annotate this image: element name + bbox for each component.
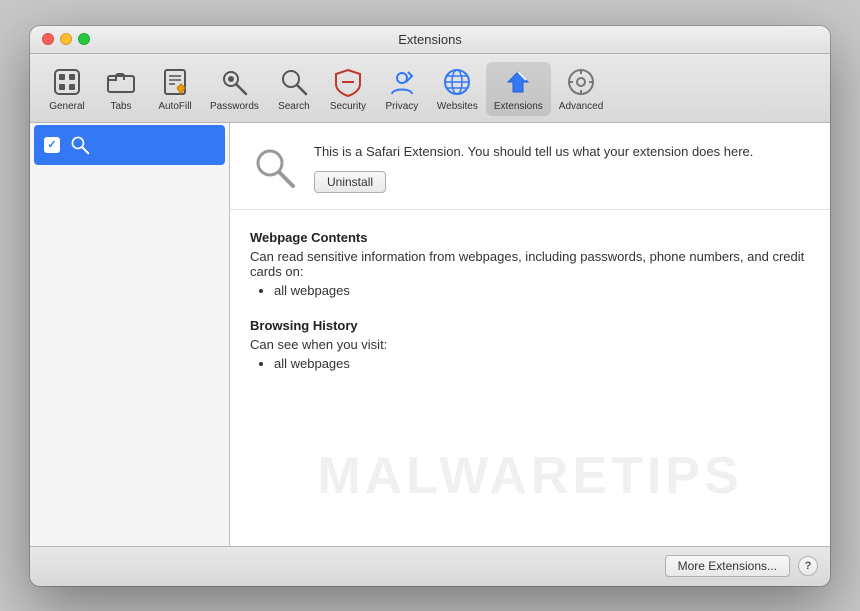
- close-button[interactable]: [42, 33, 54, 45]
- tabs-icon: [105, 66, 137, 98]
- titlebar: Extensions: [30, 26, 830, 54]
- traffic-lights: [42, 33, 90, 45]
- webpage-contents-section: Webpage Contents Can read sensitive info…: [250, 230, 810, 298]
- webpage-contents-desc: Can read sensitive information from webp…: [250, 249, 810, 279]
- browsing-history-item: all webpages: [274, 356, 810, 371]
- sidebar: ✓: [30, 123, 230, 546]
- passwords-label: Passwords: [210, 101, 259, 112]
- privacy-label: Privacy: [386, 101, 419, 112]
- more-extensions-button[interactable]: More Extensions...: [665, 555, 790, 577]
- safari-preferences-window: Extensions General T: [30, 26, 830, 586]
- toolbar-item-security[interactable]: Security: [321, 62, 375, 116]
- browsing-history-list: all webpages: [250, 356, 810, 371]
- advanced-icon: [565, 66, 597, 98]
- sidebar-ext-icon: [68, 133, 92, 157]
- extensions-label: Extensions: [494, 101, 543, 112]
- extensions-icon: [502, 66, 534, 98]
- extension-info: This is a Safari Extension. You should t…: [314, 143, 810, 193]
- passwords-icon: [218, 66, 250, 98]
- webpage-contents-list: all webpages: [250, 283, 810, 298]
- extension-header: This is a Safari Extension. You should t…: [230, 123, 830, 210]
- toolbar-item-extensions[interactable]: Extensions: [486, 62, 551, 116]
- maximize-button[interactable]: [78, 33, 90, 45]
- toolbar-item-websites[interactable]: Websites: [429, 62, 486, 116]
- content-area: ✓ MALWARETIPS: [30, 123, 830, 546]
- search-toolbar-icon: [278, 66, 310, 98]
- browsing-history-section: Browsing History Can see when you visit:…: [250, 318, 810, 371]
- websites-icon: [441, 66, 473, 98]
- help-button[interactable]: ?: [798, 556, 818, 576]
- sidebar-extension-item[interactable]: ✓: [34, 125, 225, 165]
- general-icon: [51, 66, 83, 98]
- bottom-bar: More Extensions... ?: [30, 546, 830, 586]
- toolbar: General Tabs AutoFill: [30, 54, 830, 123]
- toolbar-item-general[interactable]: General: [40, 62, 94, 116]
- tabs-label: Tabs: [110, 101, 131, 112]
- privacy-icon: [386, 66, 418, 98]
- minimize-button[interactable]: [60, 33, 72, 45]
- websites-label: Websites: [437, 101, 478, 112]
- browsing-history-desc: Can see when you visit:: [250, 337, 810, 352]
- window-title: Extensions: [398, 32, 462, 47]
- toolbar-item-privacy[interactable]: Privacy: [375, 62, 429, 116]
- extension-description: This is a Safari Extension. You should t…: [314, 143, 810, 161]
- security-label: Security: [330, 101, 366, 112]
- browsing-history-title: Browsing History: [250, 318, 810, 333]
- toolbar-item-tabs[interactable]: Tabs: [94, 62, 148, 116]
- webpage-contents-item: all webpages: [274, 283, 810, 298]
- extension-checkbox[interactable]: ✓: [44, 137, 60, 153]
- advanced-label: Advanced: [559, 101, 603, 112]
- general-label: General: [49, 101, 85, 112]
- checkmark-icon: ✓: [47, 138, 56, 151]
- uninstall-button[interactable]: Uninstall: [314, 171, 386, 193]
- autofill-label: AutoFill: [158, 101, 191, 112]
- toolbar-item-search[interactable]: Search: [267, 62, 321, 116]
- toolbar-item-passwords[interactable]: Passwords: [202, 62, 267, 116]
- watermark: MALWARETIPS: [317, 446, 742, 506]
- extension-main-icon: [250, 143, 298, 191]
- search-label: Search: [278, 101, 310, 112]
- security-icon: [332, 66, 364, 98]
- webpage-contents-title: Webpage Contents: [250, 230, 810, 245]
- autofill-icon: [159, 66, 191, 98]
- main-panel: MALWARETIPS This is a Safari Extension. …: [230, 123, 830, 546]
- permissions-area: Webpage Contents Can read sensitive info…: [230, 210, 830, 411]
- toolbar-item-advanced[interactable]: Advanced: [551, 62, 611, 116]
- toolbar-item-autofill[interactable]: AutoFill: [148, 62, 202, 116]
